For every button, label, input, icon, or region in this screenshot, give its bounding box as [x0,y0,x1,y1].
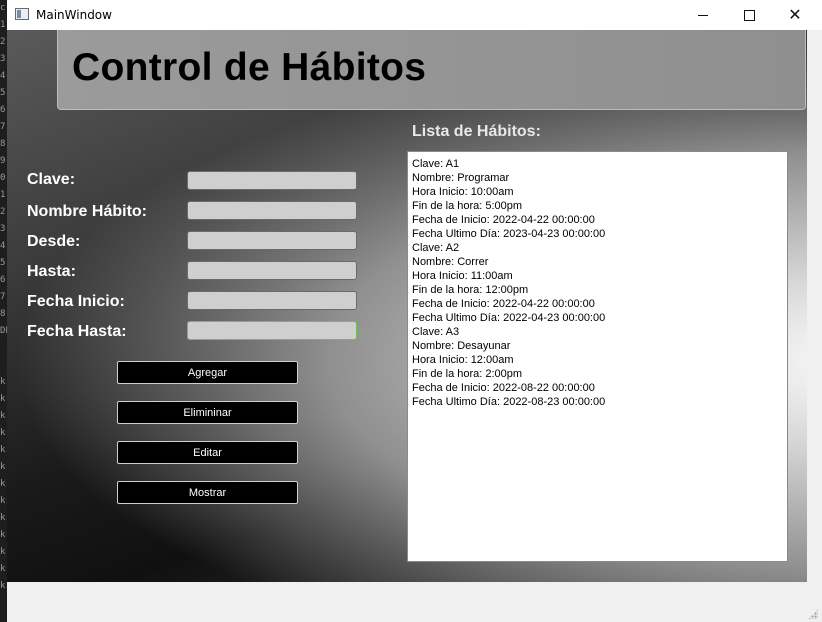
status-bar [7,582,822,622]
fecha-inicio-input[interactable] [187,291,357,310]
edit-button[interactable]: Editar [117,441,298,464]
delete-button[interactable]: Elimininar [117,401,298,424]
list-item[interactable]: Hora Inicio: 10:00am [412,185,783,199]
desde-label: Desde: [27,233,81,250]
list-item[interactable]: Clave: A2 [412,241,783,255]
minimize-icon [698,14,708,16]
list-item[interactable]: Nombre: Correr [412,255,783,269]
clave-input[interactable] [187,171,357,190]
list-item[interactable]: Clave: A3 [412,325,783,339]
list-item[interactable]: Fin de la hora: 5:00pm [412,199,783,213]
main-window: MainWindow ✕ Control de Hábitos Lista de… [7,0,822,622]
desde-input[interactable] [187,231,357,250]
list-item[interactable]: Nombre: Desayunar [412,339,783,353]
list-item[interactable]: Hora Inicio: 12:00am [412,353,783,367]
list-item[interactable]: Fin de la hora: 12:00pm [412,283,783,297]
window-title: MainWindow [36,8,112,22]
page-title: Control de Hábitos [72,46,427,89]
title-bar[interactable]: MainWindow ✕ [7,0,822,30]
list-item[interactable]: Fecha Ultimo Día: 2023-04-23 00:00:00 [412,227,783,241]
list-item[interactable]: Fecha Ultimo Día: 2022-08-23 00:00:00 [412,395,783,409]
list-item[interactable]: Fecha Ultimo Día: 2022-04-23 00:00:00 [412,311,783,325]
list-item[interactable]: Hora Inicio: 11:00am [412,269,783,283]
fecha-hasta-input[interactable] [187,321,357,340]
clave-label: Clave: [27,171,76,188]
fecha-inicio-label: Fecha Inicio: [27,293,125,310]
nombre-habito-label: Nombre Hábito: [27,203,147,220]
add-button[interactable]: Agregar [117,361,298,384]
maximize-button[interactable] [726,0,772,30]
list-item[interactable]: Fecha de Inicio: 2022-08-22 00:00:00 [412,381,783,395]
minimize-button[interactable] [680,0,726,30]
maximize-icon [743,9,755,21]
hasta-label: Hasta: [27,263,76,280]
nombre-habito-input[interactable] [187,201,357,220]
list-item[interactable]: Fecha de Inicio: 2022-04-22 00:00:00 [412,297,783,311]
list-item[interactable]: Fin de la hora: 2:00pm [412,367,783,381]
list-item[interactable]: Fecha de Inicio: 2022-04-22 00:00:00 [412,213,783,227]
list-item[interactable]: Clave: A1 [412,157,783,171]
close-button[interactable]: ✕ [772,0,818,30]
show-button[interactable]: Mostrar [117,481,298,504]
hasta-input[interactable] [187,261,357,280]
close-icon: ✕ [788,5,802,24]
list-item[interactable]: Nombre: Programar [412,171,783,185]
resize-grip-icon[interactable] [808,609,818,619]
fecha-hasta-label: Fecha Hasta: [27,323,127,340]
habit-list-title: Lista de Hábitos: [412,123,541,140]
central-widget: Control de Hábitos Lista de Hábitos: Cla… [7,30,807,582]
header-panel: Control de Hábitos [57,30,806,110]
habit-list-box[interactable]: Clave: A1 Nombre: Programar Hora Inicio: 1… [407,151,788,562]
app-window-icon [15,8,29,20]
